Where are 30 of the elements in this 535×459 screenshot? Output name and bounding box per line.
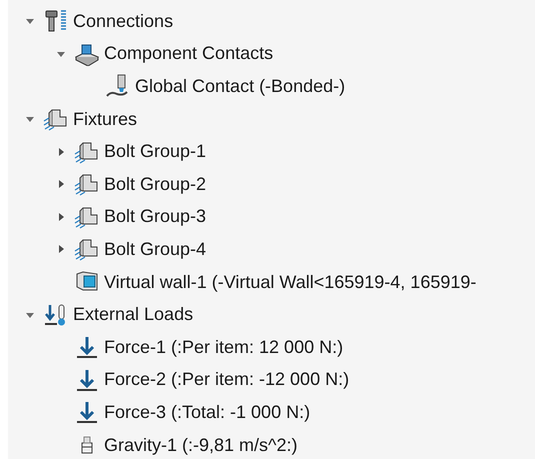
fixture-icon (74, 237, 100, 262)
tree-item[interactable]: Bolt Group-2 (104, 174, 206, 195)
expand-toggle[interactable] (56, 146, 66, 157)
tree-item[interactable]: Bolt Group-4 (104, 238, 206, 260)
tree-item[interactable]: Force-3 (:Total: -1 000 N:) (104, 402, 310, 423)
bolt-spring-icon (43, 9, 69, 34)
expand-toggle[interactable] (56, 244, 66, 254)
component-contact-icon (74, 42, 100, 66)
expand-toggle[interactable] (56, 179, 66, 190)
force-arrow-icon (74, 335, 100, 360)
tree-item[interactable]: Force-1 (:Per item: 12 000 N:) (104, 336, 344, 358)
tree-item[interactable]: Component Contacts (104, 43, 274, 64)
force-arrow-icon (74, 400, 100, 424)
force-arrow-icon (74, 368, 100, 392)
tree-item[interactable]: Force-2 (:Per item: -12 000 N:) (104, 369, 350, 390)
expand-toggle[interactable] (25, 114, 35, 124)
tree-item[interactable]: Gravity-1 (:-9,81 m/s^2:) (104, 434, 298, 456)
fixture-icon (74, 204, 100, 229)
tree-item[interactable]: Connections (73, 10, 174, 32)
tree-item[interactable]: Virtual wall-1 (-Virtual Wall<165919-4, 165919- (104, 272, 476, 293)
tree-item[interactable]: External Loads (73, 304, 194, 326)
fixture-icon (43, 107, 69, 132)
tree-item[interactable]: Fixtures (73, 108, 138, 130)
tree-item[interactable]: Bolt Group-3 (104, 206, 206, 228)
expand-toggle[interactable] (25, 16, 35, 26)
fixture-icon (74, 140, 100, 164)
tree-item[interactable]: Global Contact (-Bonded-) (135, 76, 346, 97)
tree-item[interactable]: Bolt Group-1 (104, 141, 206, 162)
expand-toggle[interactable] (56, 212, 66, 222)
fixture-icon (74, 172, 100, 196)
